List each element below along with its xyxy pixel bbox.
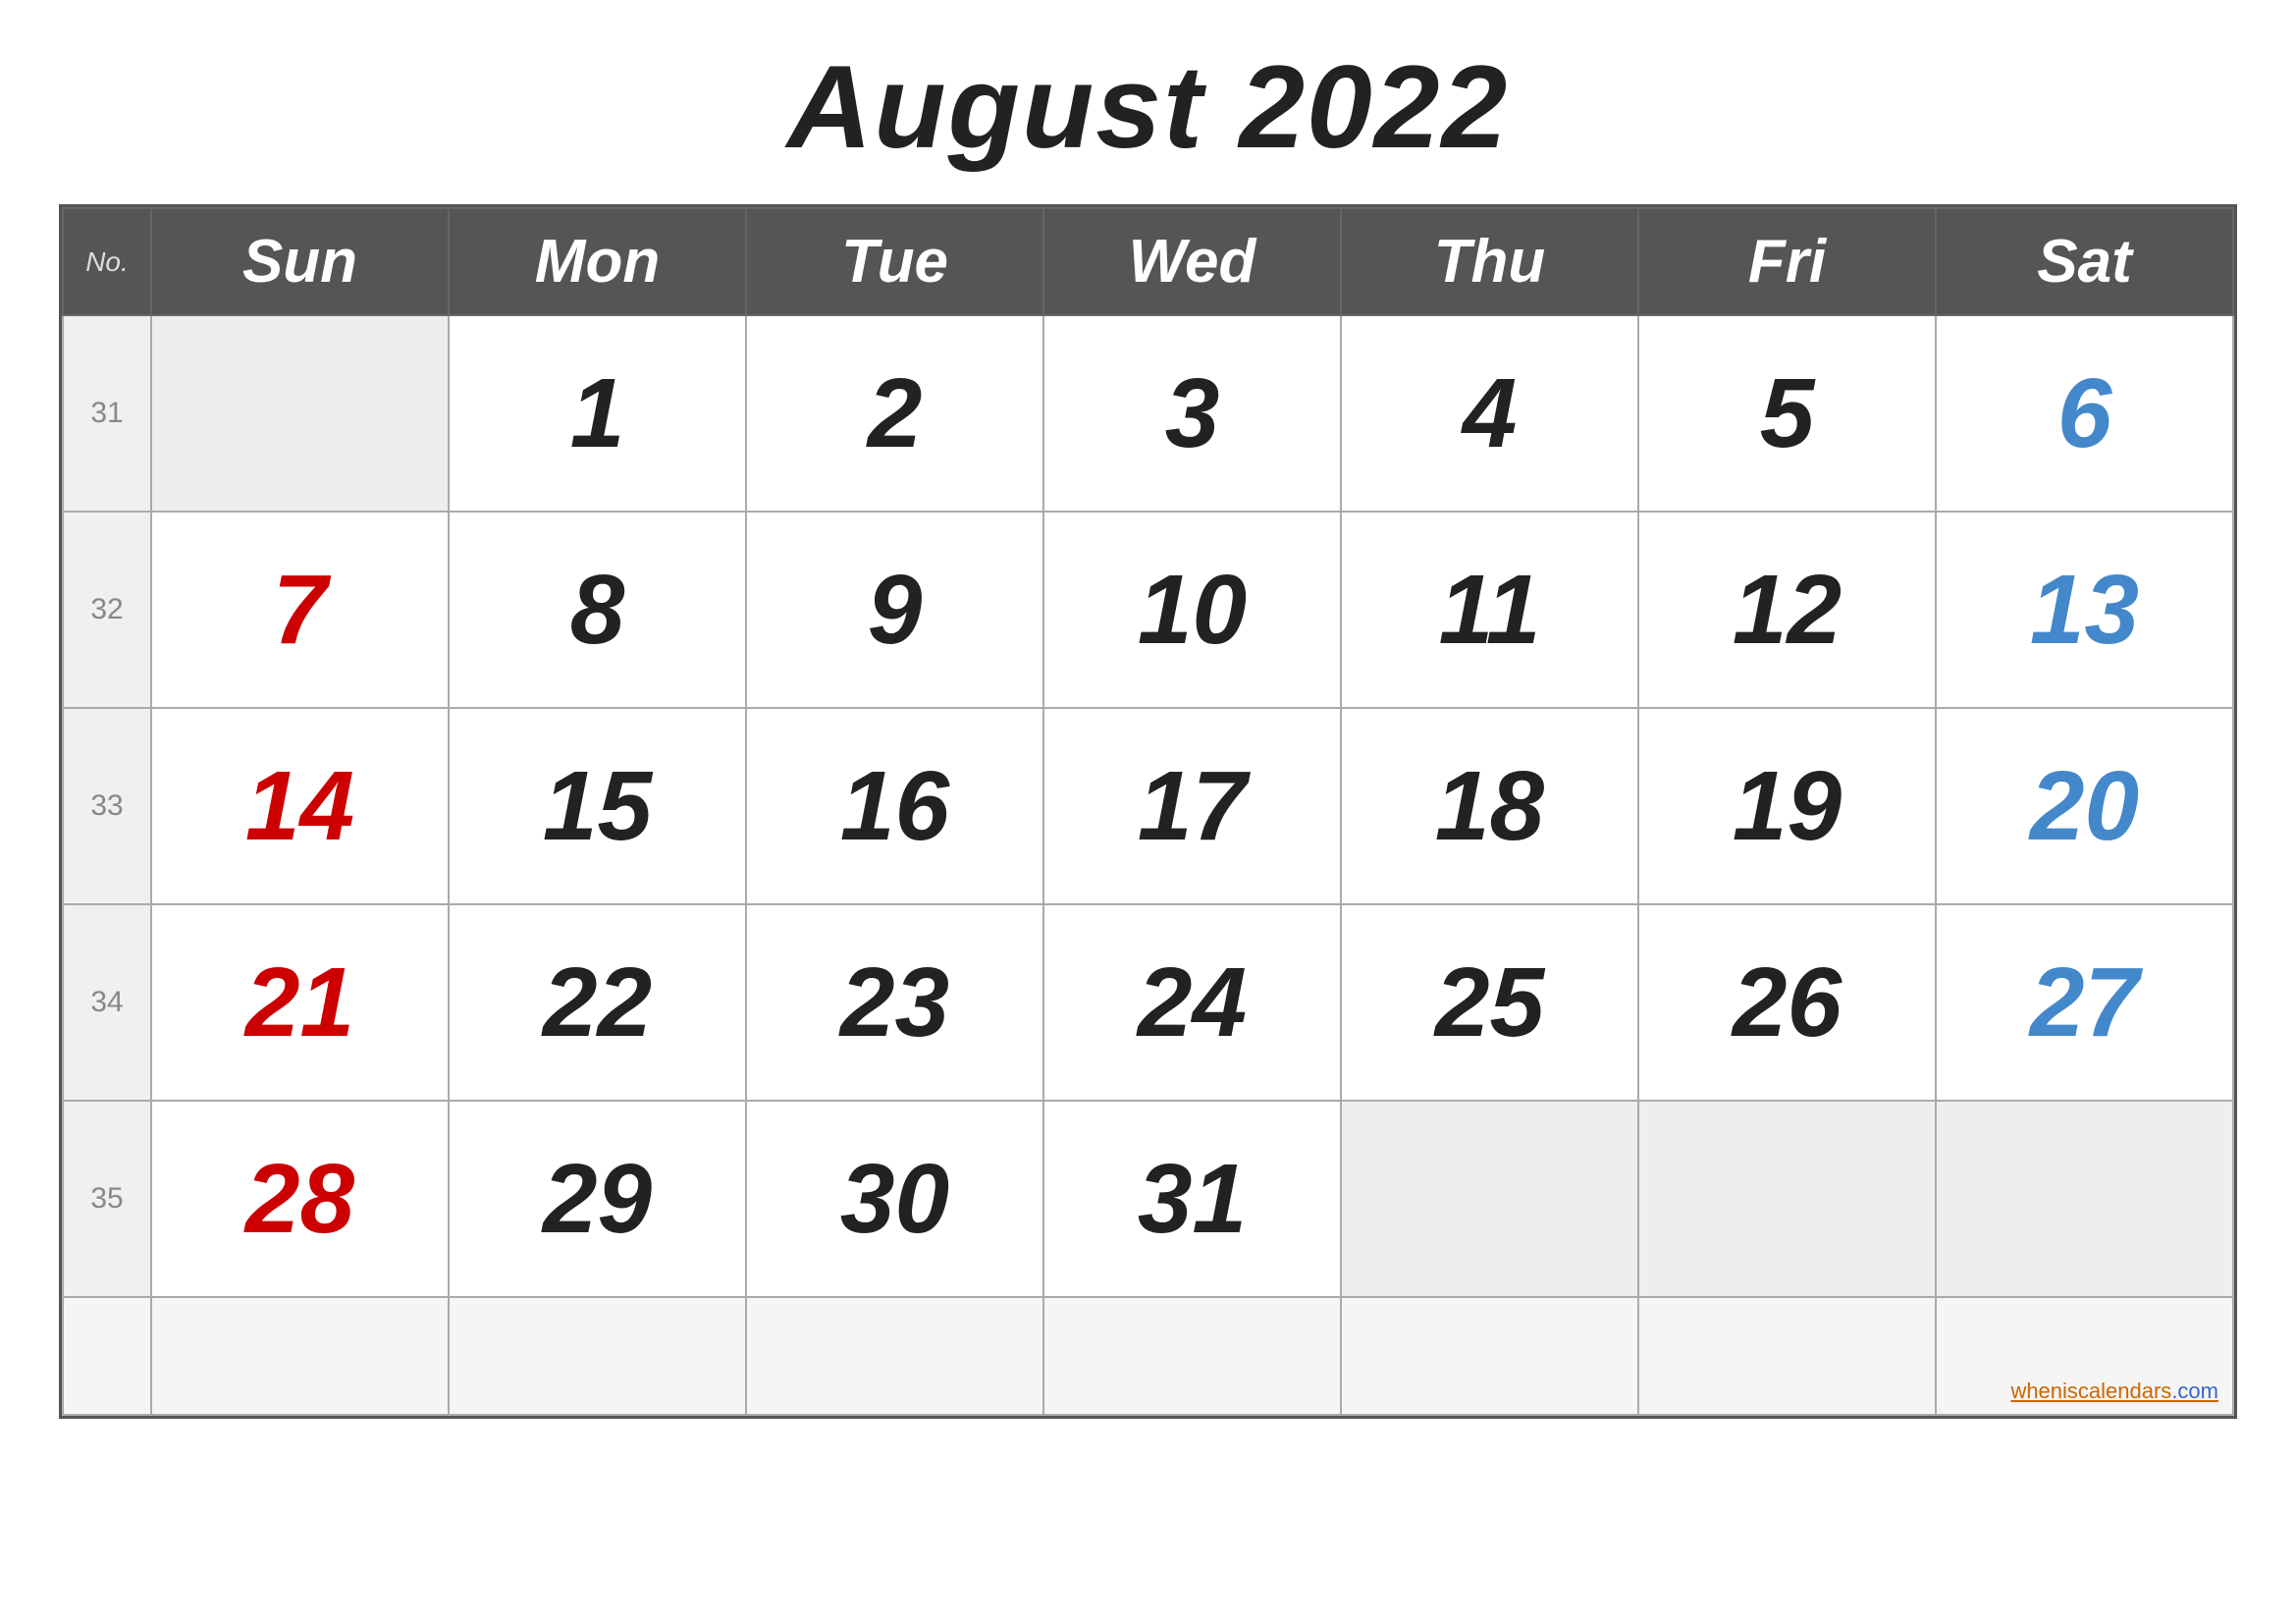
- day-cell: 7: [151, 512, 449, 708]
- day-cell: 23: [746, 904, 1043, 1101]
- day-cell: 1: [449, 315, 746, 512]
- footer-cell: [449, 1297, 746, 1415]
- day-cell: 10: [1043, 512, 1341, 708]
- week-row: 3278910111213: [63, 512, 2233, 708]
- day-cell: 25: [1341, 904, 1638, 1101]
- day-cell: 31: [1043, 1101, 1341, 1297]
- page-title: August 2022: [787, 39, 1510, 175]
- week-number: 31: [63, 315, 151, 512]
- week-number: 33: [63, 708, 151, 904]
- watermark[interactable]: wheniscalendars.com: [2010, 1379, 2218, 1404]
- week-number: 34: [63, 904, 151, 1101]
- day-cell: 21: [151, 904, 449, 1101]
- calendar: No. Sun Mon Tue Wed Thu Fri Sat 31123456…: [59, 204, 2237, 1419]
- day-cell: 17: [1043, 708, 1341, 904]
- header-thu: Thu: [1341, 208, 1638, 315]
- day-cell: 12: [1638, 512, 1936, 708]
- week-number: 35: [63, 1101, 151, 1297]
- footer-cell: [63, 1297, 151, 1415]
- header-no: No.: [63, 208, 151, 315]
- footer-cell: [746, 1297, 1043, 1415]
- footer-cell: wheniscalendars.com: [1936, 1297, 2233, 1415]
- week-row: 3528293031: [63, 1101, 2233, 1297]
- day-cell: 9: [746, 512, 1043, 708]
- day-cell: 20: [1936, 708, 2233, 904]
- day-cell: 22: [449, 904, 746, 1101]
- day-cell: 27: [1936, 904, 2233, 1101]
- day-cell: [1936, 1101, 2233, 1297]
- footer-row: wheniscalendars.com: [63, 1297, 2233, 1415]
- day-cell: 28: [151, 1101, 449, 1297]
- footer-cell: [1638, 1297, 1936, 1415]
- header-wed: Wed: [1043, 208, 1341, 315]
- day-cell: 2: [746, 315, 1043, 512]
- header-tue: Tue: [746, 208, 1043, 315]
- footer-cell: [1043, 1297, 1341, 1415]
- header-row: No. Sun Mon Tue Wed Thu Fri Sat: [63, 208, 2233, 315]
- day-cell: 3: [1043, 315, 1341, 512]
- footer-cell: [151, 1297, 449, 1415]
- day-cell: 24: [1043, 904, 1341, 1101]
- day-cell: 15: [449, 708, 746, 904]
- day-cell: 16: [746, 708, 1043, 904]
- day-cell: [1341, 1101, 1638, 1297]
- header-mon: Mon: [449, 208, 746, 315]
- day-cell: [1638, 1101, 1936, 1297]
- day-cell: 13: [1936, 512, 2233, 708]
- day-cell: [151, 315, 449, 512]
- week-number: 32: [63, 512, 151, 708]
- header-sun: Sun: [151, 208, 449, 315]
- day-cell: 19: [1638, 708, 1936, 904]
- day-cell: 11: [1341, 512, 1638, 708]
- day-cell: 5: [1638, 315, 1936, 512]
- week-row: 31 123456: [63, 315, 2233, 512]
- week-row: 3421222324252627: [63, 904, 2233, 1101]
- day-cell: 6: [1936, 315, 2233, 512]
- week-row: 3314151617181920: [63, 708, 2233, 904]
- header-sat: Sat: [1936, 208, 2233, 315]
- day-cell: 18: [1341, 708, 1638, 904]
- day-cell: 29: [449, 1101, 746, 1297]
- day-cell: 26: [1638, 904, 1936, 1101]
- day-cell: 14: [151, 708, 449, 904]
- day-cell: 30: [746, 1101, 1043, 1297]
- footer-cell: [1341, 1297, 1638, 1415]
- day-cell: 4: [1341, 315, 1638, 512]
- day-cell: 8: [449, 512, 746, 708]
- header-fri: Fri: [1638, 208, 1936, 315]
